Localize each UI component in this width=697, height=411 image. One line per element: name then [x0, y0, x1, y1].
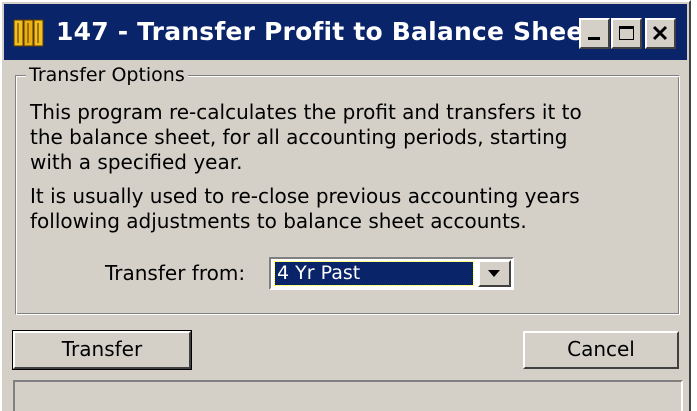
transfer-button[interactable]: Transfer [12, 330, 192, 370]
maximize-button[interactable] [611, 18, 642, 49]
ledger-books-icon [13, 18, 45, 48]
minimize-icon [588, 37, 600, 40]
usage-paragraph: It is usually used to re-close previous … [30, 184, 580, 234]
window-title: 147 - Transfer Profit to Balance Sheet [56, 17, 596, 46]
transfer-from-label: Transfer from: [105, 261, 246, 285]
dialog-window: 147 - Transfer Profit to Balance Sheet T… [0, 0, 691, 411]
description-paragraph: This program re-calculates the profit an… [30, 100, 582, 175]
usage-line-2: following adjustments to balance sheet a… [30, 209, 527, 233]
transfer-from-dropdown[interactable]: 4 Yr Past [269, 257, 514, 290]
description-line-2: the balance sheet, for all accounting pe… [30, 125, 568, 149]
usage-line-1: It is usually used to re-close previous … [30, 184, 580, 208]
description-line-1: This program re-calculates the profit an… [30, 100, 582, 124]
title-bar[interactable]: 147 - Transfer Profit to Balance Sheet [4, 4, 687, 60]
close-button[interactable] [645, 18, 676, 49]
description-line-3: with a specified year. [30, 150, 243, 174]
maximize-icon [619, 26, 634, 40]
transfer-from-value[interactable]: 4 Yr Past [274, 261, 474, 286]
dropdown-arrow-button[interactable] [478, 260, 511, 287]
status-bar [13, 380, 683, 411]
cancel-button[interactable]: Cancel [523, 331, 679, 369]
close-icon [652, 25, 668, 41]
minimize-button[interactable] [579, 18, 610, 49]
chevron-down-icon [488, 270, 500, 277]
group-legend: Transfer Options [26, 61, 188, 89]
